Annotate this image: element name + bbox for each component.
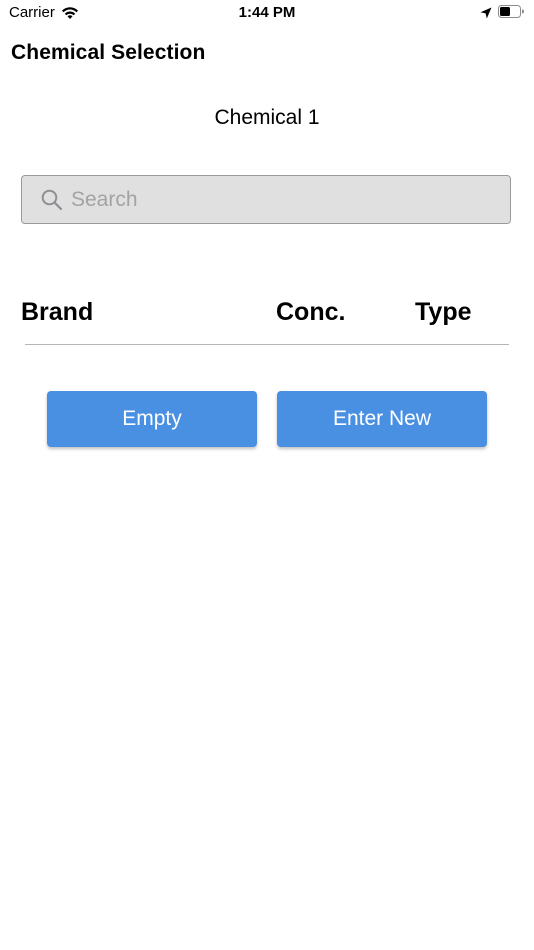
chemical-label: Chemical 1 (214, 106, 320, 129)
column-header-brand[interactable]: Brand (21, 298, 93, 327)
column-header-type[interactable]: Type (415, 298, 472, 327)
location-icon (480, 6, 492, 18)
status-bar: Carrier 1:44 PM (0, 0, 534, 28)
page-title: Chemical Selection (11, 41, 206, 64)
search-icon (41, 189, 63, 211)
status-time: 1:44 PM (238, 4, 296, 21)
header-divider (25, 344, 509, 345)
search-bar[interactable] (21, 175, 511, 224)
column-header-conc[interactable]: Conc. (276, 298, 345, 327)
search-input[interactable] (71, 187, 471, 212)
enter-new-button[interactable]: Enter New (277, 391, 487, 447)
empty-button[interactable]: Empty (47, 391, 257, 447)
status-right (480, 5, 524, 18)
battery-icon (498, 5, 524, 18)
